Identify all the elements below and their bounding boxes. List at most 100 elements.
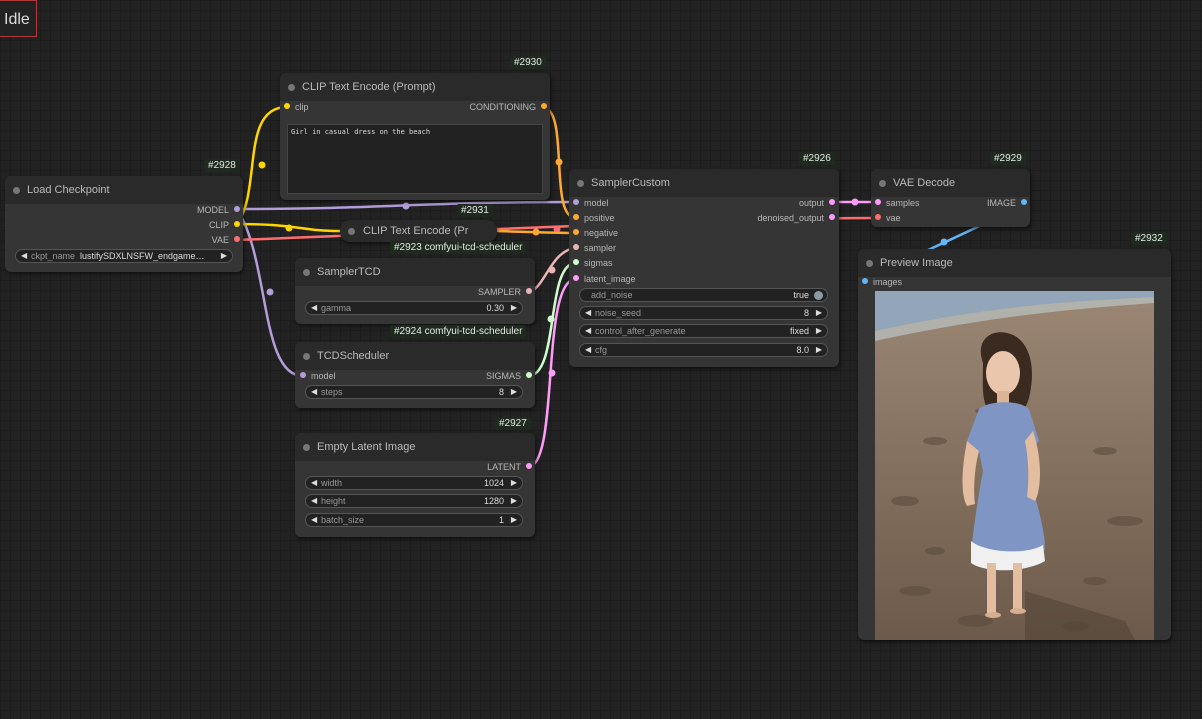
slot-dot-icon[interactable] bbox=[862, 278, 868, 284]
node-title[interactable]: SamplerTCD bbox=[295, 258, 535, 286]
node-title[interactable]: TCDScheduler bbox=[295, 342, 535, 370]
input-slot-model[interactable]: model bbox=[300, 370, 336, 382]
node-clip-text-encode-collapsed[interactable]: CLIP Text Encode (Pr bbox=[340, 220, 497, 242]
decrement-arrow-icon[interactable]: ◀ bbox=[311, 386, 317, 398]
slot-dot-icon[interactable] bbox=[875, 214, 881, 220]
widget-ckpt-name[interactable]: ◀ ckpt_name lustifySDXLNSFW_endgame… ▶ bbox=[15, 249, 233, 263]
slot-dot-icon[interactable] bbox=[573, 229, 579, 235]
widget-cfg[interactable]: ◀ cfg 8.0 ▶ bbox=[579, 343, 828, 357]
slot-dot-icon[interactable] bbox=[234, 236, 240, 242]
input-slot-clip[interactable]: clip bbox=[284, 101, 309, 113]
slot-dot-icon[interactable] bbox=[573, 259, 579, 265]
node-title[interactable]: Empty Latent Image bbox=[295, 433, 535, 461]
input-slot-latent-image[interactable]: latent_image bbox=[573, 273, 636, 285]
collapse-dot-icon[interactable] bbox=[303, 353, 310, 360]
collapse-dot-icon[interactable] bbox=[303, 444, 310, 451]
slot-dot-icon[interactable] bbox=[829, 199, 835, 205]
increment-arrow-icon[interactable]: ▶ bbox=[511, 477, 517, 489]
increment-arrow-icon[interactable]: ▶ bbox=[816, 307, 822, 319]
node-title[interactable]: Load Checkpoint bbox=[5, 176, 243, 204]
collapse-dot-icon[interactable] bbox=[866, 260, 873, 267]
collapse-dot-icon[interactable] bbox=[13, 187, 20, 194]
widget-add-noise[interactable]: add_noise true bbox=[579, 288, 828, 302]
decrement-arrow-icon[interactable]: ◀ bbox=[311, 302, 317, 314]
increment-arrow-icon[interactable]: ▶ bbox=[816, 344, 822, 356]
output-slot-model[interactable]: MODEL bbox=[197, 204, 240, 216]
node-title[interactable]: Preview Image bbox=[858, 249, 1171, 277]
slot-dot-icon[interactable] bbox=[284, 103, 290, 109]
increment-arrow-icon[interactable]: ▶ bbox=[511, 302, 517, 314]
slot-dot-icon[interactable] bbox=[573, 199, 579, 205]
decrement-arrow-icon[interactable]: ◀ bbox=[585, 344, 591, 356]
node-clip-text-encode[interactable]: CLIP Text Encode (Prompt) clip CONDITION… bbox=[280, 73, 550, 200]
decrement-arrow-icon[interactable]: ◀ bbox=[585, 307, 591, 319]
output-slot-vae[interactable]: VAE bbox=[212, 234, 240, 246]
increment-arrow-icon[interactable]: ▶ bbox=[816, 325, 822, 337]
increment-arrow-icon[interactable]: ▶ bbox=[511, 495, 517, 507]
node-sampler-tcd[interactable]: SamplerTCD SAMPLER ◀ gamma 0.30 ▶ bbox=[295, 258, 535, 324]
decrement-arrow-icon[interactable]: ◀ bbox=[311, 514, 317, 526]
widget-noise-seed[interactable]: ◀ noise_seed 8 ▶ bbox=[579, 306, 828, 320]
output-slot-clip[interactable]: CLIP bbox=[209, 219, 240, 231]
node-load-checkpoint[interactable]: Load Checkpoint MODEL CLIP VAE ◀ ckpt_na… bbox=[5, 176, 243, 272]
widget-height[interactable]: ◀ height 1280 ▶ bbox=[305, 494, 523, 508]
node-title[interactable]: CLIP Text Encode (Prompt) bbox=[280, 73, 550, 101]
output-slot-latent[interactable]: LATENT bbox=[487, 461, 532, 473]
input-slot-samples[interactable]: samples bbox=[875, 197, 920, 209]
input-slot-sigmas[interactable]: sigmas bbox=[573, 257, 613, 269]
widget-steps[interactable]: ◀ steps 8 ▶ bbox=[305, 385, 523, 399]
slot-dot-icon[interactable] bbox=[300, 372, 306, 378]
widget-control-after-generate[interactable]: ◀ control_after_generate fixed ▶ bbox=[579, 324, 828, 338]
node-title[interactable]: SamplerCustom bbox=[569, 169, 839, 197]
slot-dot-icon[interactable] bbox=[526, 372, 532, 378]
slot-dot-icon[interactable] bbox=[573, 244, 579, 250]
slot-dot-icon[interactable] bbox=[1021, 199, 1027, 205]
slot-dot-icon[interactable] bbox=[234, 221, 240, 227]
node-tcd-scheduler[interactable]: TCDScheduler model SIGMAS ◀ steps 8 ▶ bbox=[295, 342, 535, 408]
input-slot-negative[interactable]: negative bbox=[573, 227, 618, 239]
widget-batch-size[interactable]: ◀ batch_size 1 ▶ bbox=[305, 513, 523, 527]
slot-dot-icon[interactable] bbox=[573, 275, 579, 281]
slot-dot-icon[interactable] bbox=[234, 206, 240, 212]
slot-dot-icon[interactable] bbox=[541, 103, 547, 109]
decrement-arrow-icon[interactable]: ◀ bbox=[311, 477, 317, 489]
input-slot-positive[interactable]: positive bbox=[573, 212, 615, 224]
decrement-arrow-icon[interactable]: ◀ bbox=[585, 325, 591, 337]
output-slot-sigmas[interactable]: SIGMAS bbox=[486, 370, 532, 382]
input-slot-sampler[interactable]: sampler bbox=[573, 242, 616, 254]
output-slot-image[interactable]: IMAGE bbox=[987, 197, 1027, 209]
increment-arrow-icon[interactable]: ▶ bbox=[511, 386, 517, 398]
prompt-text-input[interactable]: Girl in casual dress on the beach bbox=[287, 124, 543, 194]
slot-dot-icon[interactable] bbox=[875, 199, 881, 205]
widget-width[interactable]: ◀ width 1024 ▶ bbox=[305, 476, 523, 490]
input-slot-model[interactable]: model bbox=[573, 197, 609, 209]
increment-arrow-icon[interactable]: ▶ bbox=[511, 514, 517, 526]
collapse-dot-icon[interactable] bbox=[879, 180, 886, 187]
node-preview-image[interactable]: Preview Image images bbox=[858, 249, 1171, 640]
collapse-dot-icon[interactable] bbox=[577, 180, 584, 187]
collapse-dot-icon[interactable] bbox=[303, 269, 310, 276]
widget-value: lustifySDXLNSFW_endgame… bbox=[80, 251, 205, 261]
increment-arrow-icon[interactable]: ▶ bbox=[221, 250, 227, 262]
input-slot-vae[interactable]: vae bbox=[875, 212, 901, 224]
output-slot-denoised-output[interactable]: denoised_output bbox=[757, 212, 835, 224]
node-empty-latent-image[interactable]: Empty Latent Image LATENT ◀ width 1024 ▶… bbox=[295, 433, 535, 537]
collapse-dot-icon[interactable] bbox=[348, 228, 355, 235]
preview-output-image[interactable] bbox=[875, 291, 1154, 640]
slot-dot-icon[interactable] bbox=[526, 288, 532, 294]
slot-dot-icon[interactable] bbox=[526, 463, 532, 469]
node-vae-decode[interactable]: VAE Decode samples vae IMAGE bbox=[871, 169, 1030, 227]
output-slot-output[interactable]: output bbox=[799, 197, 835, 209]
collapse-dot-icon[interactable] bbox=[288, 84, 295, 91]
node-sampler-custom[interactable]: SamplerCustom model positive negative sa… bbox=[569, 169, 839, 367]
node-title[interactable]: VAE Decode bbox=[871, 169, 1030, 197]
output-slot-sampler[interactable]: SAMPLER bbox=[478, 286, 532, 298]
input-slot-images[interactable]: images bbox=[862, 276, 902, 288]
decrement-arrow-icon[interactable]: ◀ bbox=[21, 250, 27, 262]
widget-gamma[interactable]: ◀ gamma 0.30 ▶ bbox=[305, 301, 523, 315]
toggle-knob-icon[interactable] bbox=[814, 291, 823, 300]
decrement-arrow-icon[interactable]: ◀ bbox=[311, 495, 317, 507]
slot-dot-icon[interactable] bbox=[829, 214, 835, 220]
output-slot-conditioning[interactable]: CONDITIONING bbox=[470, 101, 547, 113]
slot-dot-icon[interactable] bbox=[573, 214, 579, 220]
